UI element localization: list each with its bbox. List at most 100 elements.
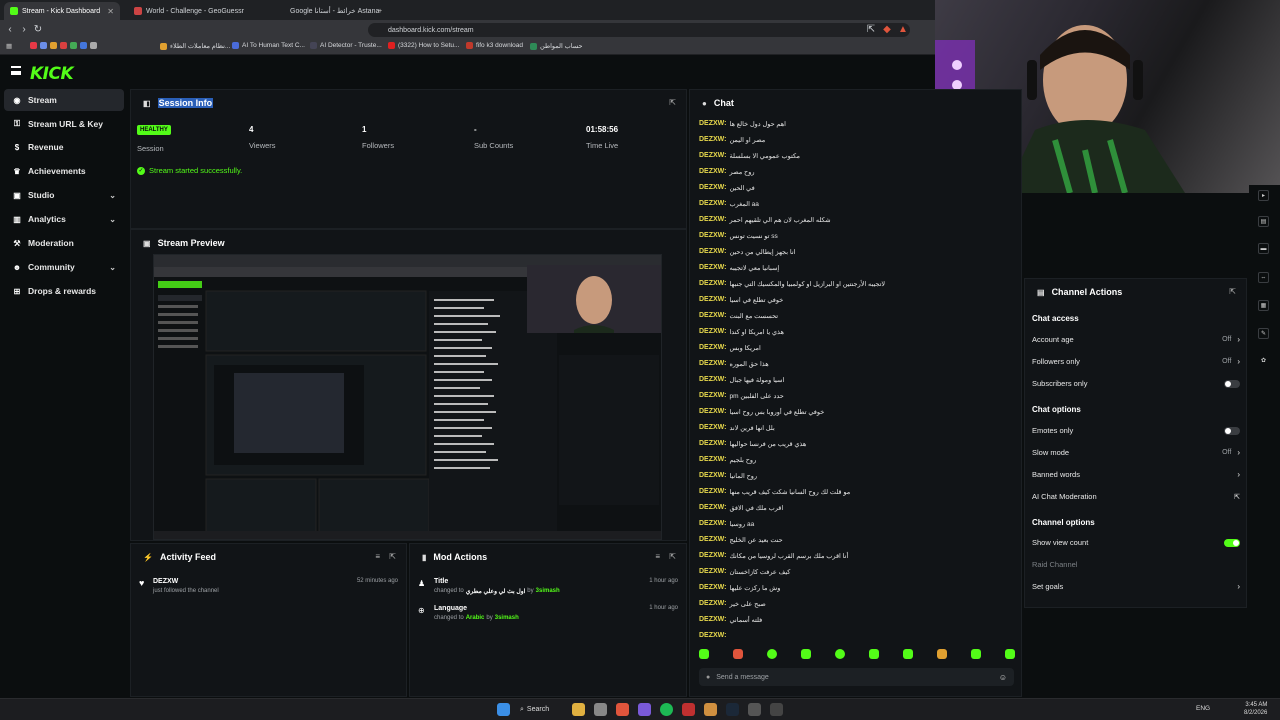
chat-username[interactable]: DEZXW: (699, 552, 726, 560)
chat-username[interactable]: DEZXW: (699, 168, 726, 176)
sidebar-item-community[interactable]: ☻ Community ⌄ (4, 256, 124, 278)
setting-banned-words[interactable]: Banned words › (1032, 470, 1240, 479)
chat-username[interactable]: DEZXW: (699, 376, 726, 384)
setting-set-goals[interactable]: Set goals › (1032, 582, 1240, 591)
emote-icon[interactable] (699, 649, 709, 659)
bookmark-favicon-icon[interactable] (60, 42, 67, 49)
chat-username[interactable]: DEZXW: (699, 456, 726, 464)
chat-username[interactable]: DEZXW: (699, 152, 726, 160)
spotify-icon[interactable] (660, 703, 673, 716)
chat-username[interactable]: DEZXW: (699, 504, 726, 512)
apps-icon[interactable]: ▦ (6, 42, 12, 50)
emote-icon[interactable] (937, 649, 947, 659)
chat-username[interactable]: DEZXW: (699, 536, 726, 544)
reload-icon[interactable]: ↻ (31, 24, 45, 35)
bookmark-favicon-icon[interactable] (90, 42, 97, 49)
emotes-only-toggle[interactable] (1224, 426, 1240, 435)
clock[interactable]: 3:45 AM 8/2/2026 (1244, 701, 1267, 717)
chat-username[interactable]: DEZXW: (699, 360, 726, 368)
setting-ai-chat-moderation[interactable]: AI Chat Moderation ⇱ (1032, 492, 1240, 501)
emote-icon[interactable] (903, 649, 913, 659)
chat-input[interactable]: ● Send a message ☺ (699, 668, 1014, 686)
close-tab-icon[interactable]: ✕ (107, 7, 114, 16)
emote-icon[interactable] (767, 649, 777, 659)
chat-username[interactable]: DEZXW: (699, 280, 726, 288)
windows-start-icon[interactable] (497, 703, 510, 716)
back-icon[interactable]: ‹ (3, 24, 17, 35)
obs-icon[interactable] (748, 703, 761, 716)
chat-username[interactable]: DEZXW: (699, 408, 726, 416)
chat-username[interactable]: DEZXW: (699, 200, 726, 208)
emoji-icon[interactable]: ☺ (999, 673, 1007, 682)
bookmark-favicon-icon[interactable] (70, 42, 77, 49)
chat-icon[interactable]: ▬ (1258, 243, 1269, 254)
url-bar[interactable]: dashboard.kick.com/stream (368, 23, 910, 37)
link-icon[interactable]: ⇔ (1258, 272, 1269, 283)
chat-username[interactable]: DEZXW: (699, 568, 726, 576)
setting-raid-channel[interactable]: Raid Channel (1032, 560, 1240, 569)
bookmark-item[interactable]: AI Detector - Truste... (310, 42, 382, 49)
steam-icon[interactable] (726, 703, 739, 716)
kick-logo[interactable]: KICK (30, 64, 74, 84)
rewards-icon[interactable]: ▲ (896, 24, 910, 35)
tab-kick-dashboard[interactable]: Stream - Kick Dashboard ✕ (4, 2, 120, 20)
chat-username[interactable]: DEZXW: (699, 424, 726, 432)
tab-geoguessr[interactable]: World - Challenge - GeoGuessr (128, 2, 260, 20)
emote-icon[interactable] (835, 649, 845, 659)
chat-username[interactable]: DEZXW: (699, 136, 726, 144)
sidebar-item-revenue[interactable]: $ Revenue (4, 136, 124, 158)
chat-username[interactable]: DEZXW: (699, 120, 726, 128)
chat-username[interactable]: DEZXW: (699, 632, 726, 639)
popout-icon[interactable]: ⇱ (1229, 287, 1236, 296)
app-icon[interactable] (638, 703, 651, 716)
filter-icon[interactable]: ≡ (375, 552, 380, 561)
chat-username[interactable]: DEZXW: (699, 392, 726, 400)
setting-account-age[interactable]: Account age Off › (1032, 335, 1240, 344)
file-explorer-icon[interactable] (572, 703, 585, 716)
bookmark-item[interactable]: AI To Human Text C... (232, 42, 305, 49)
chat-username[interactable]: DEZXW: (699, 264, 726, 272)
chat-username[interactable]: DEZXW: (699, 296, 726, 304)
menu-icon[interactable] (11, 66, 21, 75)
chat-username[interactable]: DEZXW: (699, 328, 726, 336)
emote-icon[interactable] (733, 649, 743, 659)
bookmark-favicon-icon[interactable] (50, 42, 57, 49)
sidebar-item-drops-rewards[interactable]: ⊞ Drops & rewards (4, 280, 124, 302)
emote-icon[interactable] (1005, 649, 1015, 659)
forward-icon[interactable]: › (17, 24, 31, 35)
chat-username[interactable]: DEZXW: (699, 472, 726, 480)
chat-username[interactable]: DEZXW: (699, 248, 726, 256)
chat-username[interactable]: DEZXW: (699, 616, 726, 624)
wrench-icon[interactable]: ✎ (1258, 328, 1269, 339)
mod-action-user[interactable]: 3simash (536, 588, 560, 595)
filter-icon[interactable]: ≡ (655, 552, 660, 561)
chat-username[interactable]: DEZXW: (699, 600, 726, 608)
sidebar-item-studio[interactable]: ▣ Studio ⌄ (4, 184, 124, 206)
palette-icon[interactable]: ✿ (1258, 355, 1269, 366)
mod-action-user[interactable]: 3simash (495, 615, 519, 621)
app-icon[interactable] (594, 703, 607, 716)
app-icon[interactable] (704, 703, 717, 716)
emote-icon[interactable] (869, 649, 879, 659)
grid-icon[interactable]: ▦ (1258, 300, 1269, 311)
sidebar-item-achievements[interactable]: ♛ Achievements (4, 160, 124, 182)
subscribers-only-toggle[interactable] (1224, 379, 1240, 388)
sidebar-item-stream[interactable]: ◉ Stream (4, 89, 124, 111)
brave-shield-icon[interactable]: ◆ (880, 24, 894, 35)
app-icon[interactable] (770, 703, 783, 716)
emote-icon[interactable] (801, 649, 811, 659)
popout-icon[interactable]: ⇱ (389, 552, 396, 561)
app-icon[interactable] (682, 703, 695, 716)
show-view-count-toggle[interactable] (1224, 538, 1240, 547)
new-tab-icon[interactable]: + (372, 2, 386, 20)
chat-username[interactable]: DEZXW: (699, 312, 726, 320)
chat-username[interactable]: DEZXW: (699, 232, 726, 240)
pin-icon[interactable]: ▸ (1258, 190, 1269, 201)
setting-slow-mode[interactable]: Slow mode Off › (1032, 448, 1240, 457)
sidebar-item-moderation[interactable]: ⚒ Moderation (4, 232, 124, 254)
popout-icon[interactable]: ⇱ (669, 552, 676, 561)
setting-followers-only[interactable]: Followers only Off › (1032, 357, 1240, 366)
stream-preview-video[interactable] (153, 254, 662, 540)
share-icon[interactable]: ⇱ (864, 24, 878, 35)
bookmark-favicon-icon[interactable] (80, 42, 87, 49)
